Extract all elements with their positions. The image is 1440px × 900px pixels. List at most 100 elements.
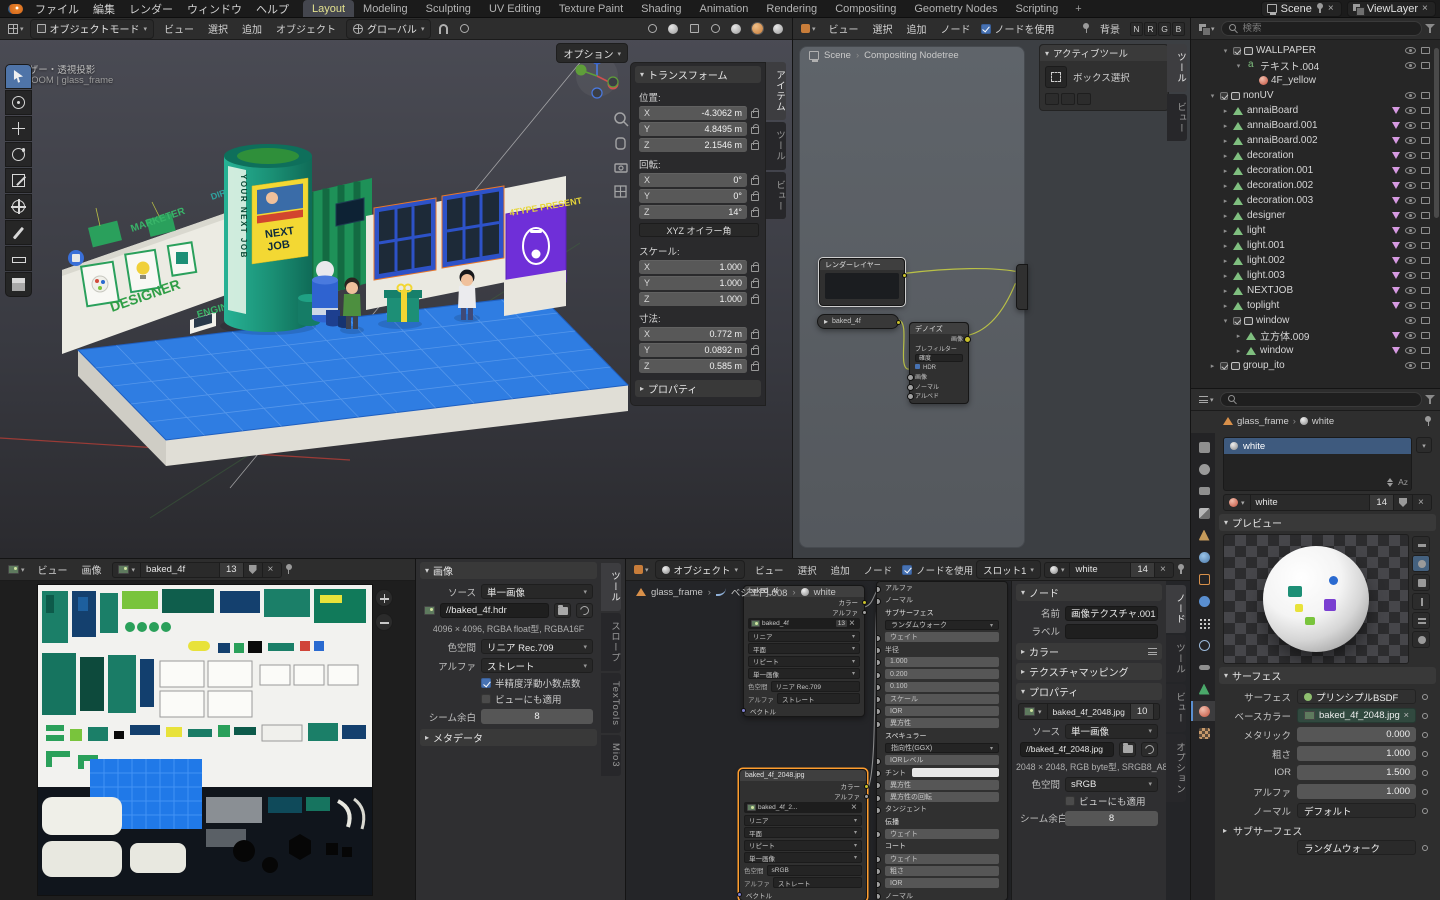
node-row[interactable]: プレフィルター [910,344,968,354]
outliner-row[interactable]: ▸ designer [1191,208,1432,223]
preview-cloth-button[interactable] [1412,612,1430,629]
remove-viewlayer-icon[interactable] [1422,4,1430,13]
output-tab[interactable] [1191,481,1215,501]
unlink-button[interactable] [263,563,281,577]
sidebar-tab[interactable]: スロープ [601,613,621,671]
alpha-dropdown[interactable]: ストレート [777,693,860,704]
select-subtract-icon[interactable] [1077,93,1091,105]
sidebar-tab[interactable]: ビュー [766,172,786,220]
outliner-row[interactable]: ▸ decoration.003 [1191,193,1432,208]
node-dropdown[interactable]: リピート [748,656,860,667]
bsdf-row[interactable]: 半径 [877,643,1007,655]
particles-tab[interactable] [1191,613,1215,633]
xray-toggle-icon[interactable] [685,21,703,37]
expander-icon[interactable]: ▸ [1221,152,1230,160]
blender-logo-icon[interactable] [8,4,23,14]
pin-icon[interactable] [1316,3,1324,14]
disable-viewport-icon[interactable] [1421,287,1430,294]
scene-glass-frame-window-1[interactable] [374,198,436,280]
editor-type-button[interactable] [5,22,27,35]
disable-viewport-icon[interactable] [1421,92,1430,99]
bsdf-row[interactable]: 異方性 [877,717,1007,729]
bsdf-row[interactable]: 異方性 [877,779,1007,791]
menu-item[interactable]: ノード [934,19,978,38]
workspace-tab[interactable]: Geometry Nodes [905,0,1006,17]
material-tab[interactable] [1191,701,1215,721]
render-tab[interactable] [1191,459,1215,479]
scrollbar[interactable] [1434,48,1439,218]
orientation-selector[interactable]: グローバル [346,19,431,39]
lock-icon[interactable] [751,194,759,201]
zoom-in-button[interactable] [375,589,393,607]
property-field[interactable]: 1.500 [1297,765,1416,780]
expander-icon[interactable]: ▸ [1208,362,1217,370]
active-tool-header[interactable]: アクティブツール [1040,45,1168,61]
bsdf-row[interactable]: IOR [877,877,1007,889]
bsdf-row[interactable]: ノーマル [877,889,1007,900]
lock-icon[interactable] [751,178,759,185]
properties-section-header[interactable]: プロパティ [635,380,761,397]
options-dropdown[interactable]: オプション [556,43,628,63]
scene-tab[interactable] [1191,525,1215,545]
channel-button[interactable]: R [1144,22,1157,36]
expander-icon[interactable]: ▸ [1221,197,1230,205]
preview-hair-button[interactable] [1412,593,1430,610]
hide-eye-icon[interactable] [1405,257,1416,264]
channel-button[interactable]: N [1130,22,1143,36]
box-select-icon[interactable] [1045,66,1067,88]
workspace-tab[interactable]: Rendering [757,0,826,17]
node-name-field[interactable]: 画像テクスチャ.001 [1065,606,1158,621]
outliner-row[interactable]: ▸ 立方体.009 [1191,328,1432,343]
hide-eye-icon[interactable] [1405,92,1416,99]
collection-checkbox[interactable] [1233,317,1241,325]
transform-section-header[interactable]: トランスフォーム [635,66,761,83]
menu-item[interactable]: 追加 [824,561,857,579]
node-section-header[interactable]: ノード [1016,584,1162,601]
bsdf-row[interactable]: 異方性の回転 [877,791,1007,803]
disable-viewport-icon[interactable] [1421,137,1430,144]
image-name-field[interactable]: baked_4f [141,563,220,577]
image-selector[interactable]: baked_4f_2... [744,802,862,813]
breadcrumb-material[interactable]: white [1312,416,1334,427]
image-texture-node-b[interactable]: baked_4f_2048.jpg カラー アルファ baked_4f_2...… [739,769,867,900]
disable-viewport-icon[interactable] [1421,212,1430,219]
unlink-scene-icon[interactable] [1328,4,1336,13]
bsdf-row[interactable]: 0.200 [877,668,1007,680]
menu-item[interactable]: ビュー [31,560,75,579]
image-name-field[interactable]: baked_4f_2048.jpg [1048,704,1131,719]
search-input[interactable] [1243,23,1414,34]
modifiers-tab[interactable] [1191,591,1215,611]
open-file-button[interactable] [1119,742,1136,757]
lock-icon[interactable] [751,143,759,150]
outliner-row[interactable]: ▸ annaiBoard.001 [1191,118,1432,133]
lock-icon[interactable] [751,332,759,339]
value-slider[interactable]: Z 1.000 [639,292,747,306]
outliner-row[interactable]: ▸ light [1191,223,1432,238]
hide-eye-icon[interactable] [1405,122,1416,129]
colorspace-dropdown[interactable]: リニア Rec.709 [481,639,593,654]
bsdf-row[interactable]: 粗さ [877,865,1007,877]
menu-item[interactable]: 選択 [866,19,900,38]
image-canvas[interactable] [38,585,372,895]
expander-icon[interactable]: ▸ [1221,182,1230,190]
disable-viewport-icon[interactable] [1421,332,1430,339]
lock-icon[interactable] [751,297,759,304]
object-data-tab[interactable] [1191,679,1215,699]
expander-icon[interactable]: ▸ [1221,137,1230,145]
scene-gift-box[interactable] [384,285,422,323]
expander-icon[interactable]: ▸ [1221,227,1230,235]
preview-cube-button[interactable] [1412,574,1430,591]
value-slider[interactable]: Y 0° [639,189,747,203]
expander-icon[interactable]: ▸ [1221,257,1230,265]
bsdf-row[interactable]: 伝播 [877,816,1007,828]
material-slot[interactable]: white [1224,438,1411,454]
preview-shaderball-button[interactable] [1412,631,1430,648]
snap-magnet-icon[interactable] [434,21,452,37]
expander-icon[interactable]: ▸ [1221,287,1230,295]
keyframe-dot[interactable] [1422,808,1428,814]
shading-solid-icon[interactable] [727,21,745,37]
keyframe-dot[interactable] [1422,770,1428,776]
lock-icon[interactable] [751,265,759,272]
material-browse-button[interactable] [1224,495,1251,510]
hide-eye-icon[interactable] [1405,347,1416,354]
